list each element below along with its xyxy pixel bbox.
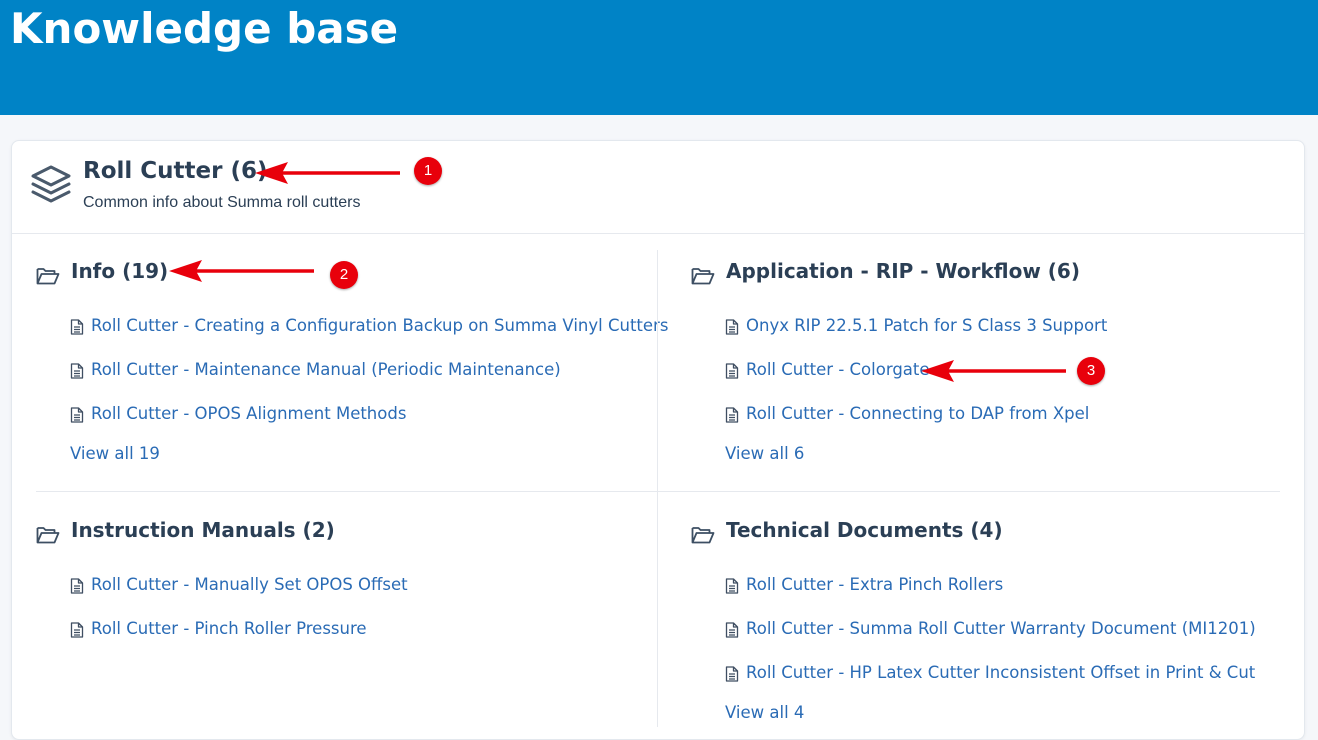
article-link[interactable]: Roll Cutter - Pinch Roller Pressure xyxy=(91,619,367,638)
section-header: Technical Documents (4) xyxy=(691,518,1291,548)
category-card: Roll Cutter (6) Common info about Summa … xyxy=(11,140,1305,740)
article-item: Roll Cutter - Connecting to DAP from Xpe… xyxy=(725,404,1305,428)
article-item: Roll Cutter - Maintenance Manual (Period… xyxy=(70,360,650,384)
annotation-badge-2: 2 xyxy=(330,261,358,289)
article-link[interactable]: Roll Cutter - OPOS Alignment Methods xyxy=(91,404,406,423)
folder-open-icon xyxy=(691,268,715,285)
document-icon xyxy=(70,363,84,379)
section-title-link[interactable]: Application - RIP - Workflow (6) xyxy=(726,259,1080,283)
column-divider xyxy=(657,250,658,727)
section-title-link[interactable]: Technical Documents (4) xyxy=(726,518,1003,542)
article-item: Roll Cutter - Manually Set OPOS Offset xyxy=(70,575,650,599)
row-divider-right xyxy=(658,491,1280,492)
document-icon xyxy=(725,622,739,638)
folder-open-icon xyxy=(36,527,60,544)
document-icon xyxy=(70,407,84,423)
row-divider-left xyxy=(36,491,657,492)
annotation-arrow-2 xyxy=(169,260,314,282)
annotation-badge-3: 3 xyxy=(1077,357,1105,385)
article-link[interactable]: Roll Cutter - HP Latex Cutter Inconsiste… xyxy=(746,663,1255,682)
section-header: Application - RIP - Workflow (6) xyxy=(691,259,1291,289)
document-icon xyxy=(725,319,739,335)
folder-open-icon xyxy=(691,527,715,544)
document-icon xyxy=(70,622,84,638)
article-item: Roll Cutter - HP Latex Cutter Inconsiste… xyxy=(725,663,1305,687)
section-title-link[interactable]: Info (19) xyxy=(71,259,168,283)
document-icon xyxy=(725,578,739,594)
article-link[interactable]: Roll Cutter - Maintenance Manual (Period… xyxy=(91,360,561,379)
article-item: Roll Cutter - Summa Roll Cutter Warranty… xyxy=(725,619,1305,643)
page-header: Knowledge base xyxy=(0,0,1318,115)
document-icon xyxy=(70,319,84,335)
category-header: Roll Cutter (6) Common info about Summa … xyxy=(12,141,1304,234)
page-title: Knowledge base xyxy=(10,4,399,53)
article-item: Onyx RIP 22.5.1 Patch for S Class 3 Supp… xyxy=(725,316,1305,340)
document-icon xyxy=(725,666,739,682)
view-all-link[interactable]: View all 6 xyxy=(725,444,804,463)
section-header: Instruction Manuals (2) xyxy=(36,518,636,548)
article-item: Roll Cutter - Extra Pinch Rollers xyxy=(725,575,1305,599)
article-link[interactable]: Roll Cutter - Extra Pinch Rollers xyxy=(746,575,1003,594)
document-icon xyxy=(725,407,739,423)
document-icon xyxy=(725,363,739,379)
category-description: Common info about Summa roll cutters xyxy=(83,194,361,211)
article-link[interactable]: Roll Cutter - Creating a Configuration B… xyxy=(91,316,668,335)
annotation-badge-1: 1 xyxy=(414,157,442,185)
article-link[interactable]: Roll Cutter - Summa Roll Cutter Warranty… xyxy=(746,619,1256,638)
layers-icon xyxy=(31,165,71,203)
article-item: Roll Cutter - Pinch Roller Pressure xyxy=(70,619,650,643)
category-title-link[interactable]: Roll Cutter (6) xyxy=(83,158,268,184)
article-link[interactable]: Roll Cutter - Connecting to DAP from Xpe… xyxy=(746,404,1089,423)
folder-open-icon xyxy=(36,268,60,285)
view-all-link[interactable]: View all 4 xyxy=(725,703,804,722)
article-item: Roll Cutter - OPOS Alignment Methods xyxy=(70,404,650,428)
article-link[interactable]: Onyx RIP 22.5.1 Patch for S Class 3 Supp… xyxy=(746,316,1107,335)
document-icon xyxy=(70,578,84,594)
annotation-arrow-3 xyxy=(921,360,1066,382)
section-title-link[interactable]: Instruction Manuals (2) xyxy=(71,518,335,542)
view-all-link[interactable]: View all 19 xyxy=(70,444,160,463)
article-link[interactable]: Roll Cutter - Manually Set OPOS Offset xyxy=(91,575,408,594)
article-item: Roll Cutter - Creating a Configuration B… xyxy=(70,316,668,340)
article-link[interactable]: Roll Cutter - Colorgate xyxy=(746,360,930,379)
annotation-arrow-1 xyxy=(255,162,400,184)
